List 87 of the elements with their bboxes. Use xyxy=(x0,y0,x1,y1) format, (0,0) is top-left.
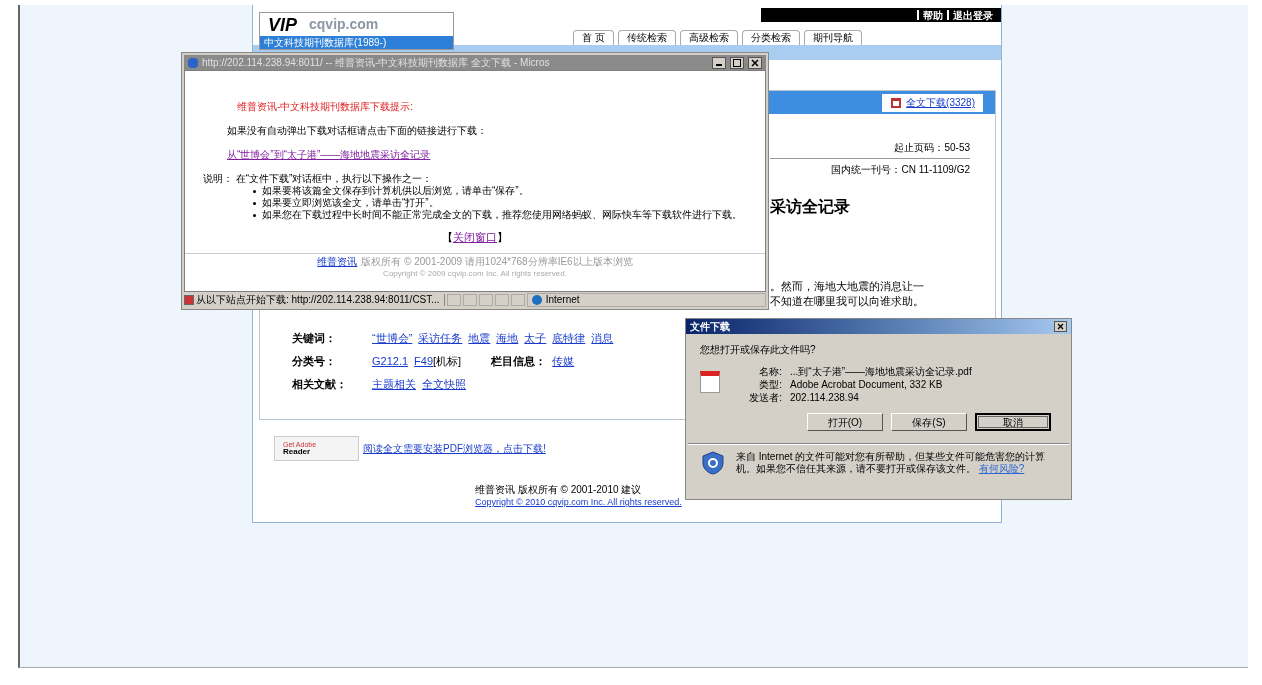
copyright-text: Copyright © 2009 cqvip.com Inc. All rights reserved. xyxy=(382,268,568,280)
nav-tab[interactable]: 高级检索 xyxy=(679,30,738,45)
instruction-item: 如果您在下载过程中长时间不能正常完成全文的下载，推荐您使用网络蚂蚁、网际快车等下载软件进行下载。 xyxy=(262,209,742,221)
meta-link[interactable]: G212.1 xyxy=(372,354,409,369)
bracket-text: 【 xyxy=(442,231,453,243)
dialog-button[interactable]: 打开(O) xyxy=(807,413,883,431)
meta-label: 相关文献： xyxy=(292,377,348,392)
download-link[interactable]: 全文下载(3328) xyxy=(882,93,983,112)
logo-mark: VIP xyxy=(268,15,297,34)
field-label: 类型: xyxy=(758,378,782,391)
browser-icon xyxy=(188,57,198,68)
close-icon xyxy=(1057,323,1064,330)
close-button[interactable] xyxy=(1054,321,1067,332)
article-link[interactable]: 从“世博会”到“太子港”——海地地震采访全记录 xyxy=(227,149,431,161)
meta-label: 栏目信息： xyxy=(491,354,547,369)
footer-text: 维普资讯 版权所有 © 2001-2010 建议 xyxy=(475,483,643,496)
nav-tab[interactable]: 期刊导航 xyxy=(803,30,862,45)
meta-link[interactable]: 消息 xyxy=(591,331,614,346)
status-pane xyxy=(510,294,525,306)
instruction-item: 如果要立即浏览该全文，请单击“打开”。 xyxy=(262,197,439,209)
dialog-button[interactable]: 取消 xyxy=(975,413,1051,431)
body-text: 。然而，海地大地震的消息让一 xyxy=(770,279,925,294)
body-text: 不知道在哪里我可以向谁求助。 xyxy=(770,294,925,309)
meta-link[interactable]: 底特律 xyxy=(552,331,586,346)
field-value: ...到“太子港”——海地地震采访全记录.pdf xyxy=(790,365,972,378)
copyright-link[interactable]: Copyright © 2010 cqvip.com Inc. All rights reserved. xyxy=(475,496,1001,508)
meta-link[interactable]: 海地 xyxy=(496,331,519,346)
meta-text: [机标] xyxy=(433,354,462,369)
article-title: 采访全记录 xyxy=(770,197,851,217)
dialog-question: 您想打开或保存此文件吗? xyxy=(700,343,817,357)
close-button[interactable] xyxy=(748,56,762,69)
logo-domain: cqvip.com xyxy=(309,15,379,34)
meta-link[interactable]: 传媒 xyxy=(552,354,575,369)
bullet-icon xyxy=(253,190,256,193)
footer-text: 版权所有 © 2001-2009 请用1024*768分辨率IE6以上版本浏览 xyxy=(361,256,633,268)
meta-link[interactable]: “世博会” xyxy=(372,331,413,346)
meta-link[interactable]: 采访任务 xyxy=(418,331,463,346)
intro-text: 如果没有自动弹出下载对话框请点击下面的链接进行下载： xyxy=(227,125,488,137)
note-text: 说明： 在“文件下载”对话框中，执行以下操作之一： xyxy=(203,173,434,185)
page-range: 起止页码：50-53 xyxy=(893,141,970,155)
field-label: 名称: xyxy=(758,365,782,378)
reader-download-link[interactable]: 阅读全文需要安装PDF浏览器，点击下载! xyxy=(363,441,546,456)
risk-link[interactable]: 有何风险? xyxy=(978,463,1025,474)
globe-icon xyxy=(531,295,542,305)
meta-label: 分类号： xyxy=(292,354,337,369)
maximize-button[interactable] xyxy=(730,56,744,69)
notice-heading: 维普资讯-中文科技期刊数据库下载提示: xyxy=(237,101,415,113)
bracket-text: 】 xyxy=(497,231,508,243)
brand-link[interactable]: 维普资讯 xyxy=(317,256,358,268)
page-icon xyxy=(184,295,194,305)
logo-subtitle: 中文科技期刊数据库(1989-) xyxy=(260,36,453,49)
status-pane xyxy=(446,294,461,306)
field-value: 202.114.238.94 xyxy=(790,391,860,404)
status-pane xyxy=(478,294,493,306)
close-window-link[interactable]: 关闭窗口 xyxy=(453,231,497,243)
shield-question-icon xyxy=(702,451,724,475)
top-link[interactable]: 帮助 xyxy=(923,7,943,23)
meta-link[interactable]: 地震 xyxy=(468,331,491,346)
bullet-icon xyxy=(253,202,256,205)
nav-tab[interactable]: 首 页 xyxy=(573,30,614,45)
maximize-icon xyxy=(733,58,741,67)
zone-text: Internet xyxy=(545,294,580,306)
pdf-file-icon xyxy=(700,371,720,393)
status-pane xyxy=(494,294,509,306)
instruction-item: 如果要将该篇全文保存到计算机供以后浏览，请单击“保存”。 xyxy=(262,185,529,197)
close-icon xyxy=(751,58,759,67)
dialog-title: 文件下载 xyxy=(690,320,730,334)
dialog-button[interactable]: 保存(S) xyxy=(891,413,967,431)
document-icon xyxy=(890,96,903,109)
issn-text: 国内统一刊号：CN 11-1109/G2 xyxy=(830,163,970,177)
nav-tab[interactable]: 分类检索 xyxy=(741,30,800,45)
field-label: 发送者: xyxy=(748,391,782,404)
minimize-icon xyxy=(716,64,722,66)
status-pane xyxy=(462,294,477,306)
window-title: http://202.114.238.94:8011/ -- 维普资讯-中文科技期刊数据库 全文下载 - Micros xyxy=(202,56,551,69)
status-text: 从以下站点开始下载: http://202.114.238.94:8011/CST... xyxy=(196,294,445,306)
bullet-icon xyxy=(253,214,256,217)
meta-link[interactable]: 主题相关 xyxy=(372,377,416,392)
field-value: Adobe Acrobat Document, 332 KB xyxy=(790,378,944,391)
nav-tab[interactable]: 传统检索 xyxy=(617,30,676,45)
meta-link[interactable]: F49 xyxy=(414,354,434,369)
minimize-button[interactable] xyxy=(712,56,726,69)
warning-text: 来自 Internet 的文件可能对您有所帮助，但某些文件可能危害您的计算机。如果您不信任其来源，请不要打开或保存该文件。 有何风险? xyxy=(735,451,1047,475)
meta-label: 关键词： xyxy=(292,331,337,346)
meta-link[interactable]: 太子 xyxy=(524,331,547,346)
top-link[interactable]: 退出登录 xyxy=(953,7,993,23)
meta-link[interactable]: 全文快照 xyxy=(422,377,466,392)
